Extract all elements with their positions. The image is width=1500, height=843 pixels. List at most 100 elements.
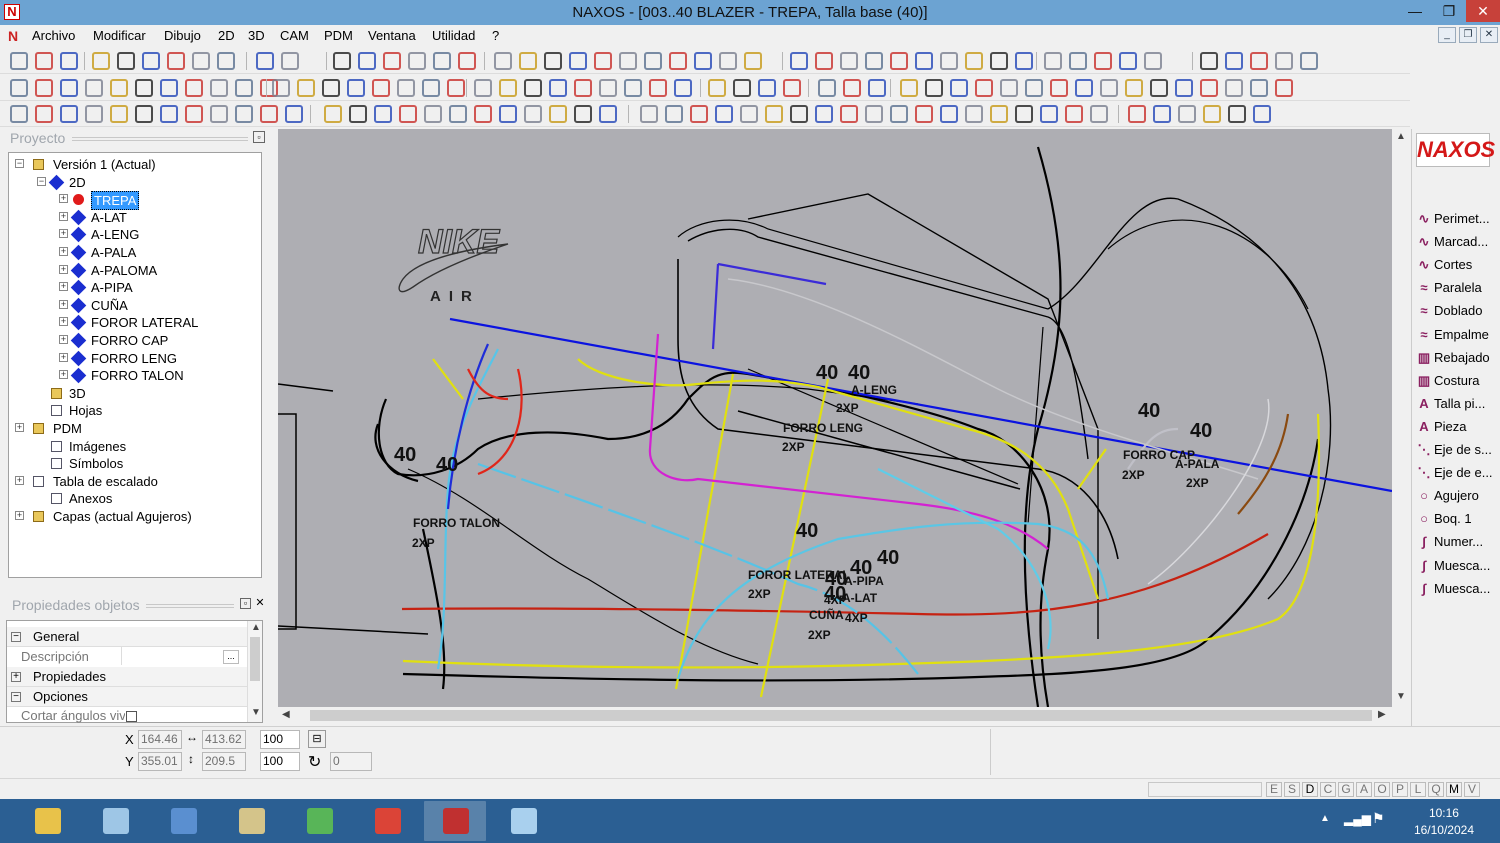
toolbar-tool-icon[interactable] xyxy=(1125,79,1143,97)
tool-item[interactable]: ∫ Muesca... xyxy=(1414,555,1498,577)
toolbar-tool-icon[interactable] xyxy=(92,52,110,70)
tray-chevron-icon[interactable]: ▲ xyxy=(1320,813,1330,824)
chrome-app[interactable] xyxy=(356,801,418,841)
toolbar-tool-icon[interactable] xyxy=(599,79,617,97)
expand-icon[interactable]: + xyxy=(59,264,68,274)
cortar-angulos-checkbox[interactable] xyxy=(126,711,137,722)
toolbar-tool-icon[interactable] xyxy=(408,52,426,70)
collapse-icon[interactable]: − xyxy=(15,159,24,168)
toolbar-tool-icon[interactable] xyxy=(297,79,315,97)
prop-group-opciones[interactable]: − Opciones xyxy=(7,687,247,707)
toolbar-tool-icon[interactable] xyxy=(474,79,492,97)
width-field[interactable]: 413.62 xyxy=(202,730,246,749)
toolbar-tool-icon[interactable] xyxy=(272,79,290,97)
toolbar-tool-icon[interactable] xyxy=(694,52,712,70)
files-app[interactable] xyxy=(152,801,214,841)
toolbar-tool-icon[interactable] xyxy=(135,105,153,123)
menu-3d[interactable]: 3D xyxy=(248,28,265,43)
toolbar-tool-icon[interactable] xyxy=(1225,79,1243,97)
toolbar-tool-icon[interactable] xyxy=(374,105,392,123)
expand-icon[interactable]: + xyxy=(59,229,68,239)
network-icon[interactable]: ▂▄▆ xyxy=(1344,812,1371,826)
toolbar-tool-icon[interactable] xyxy=(322,79,340,97)
toolbar-tool-icon[interactable] xyxy=(333,52,351,70)
toolbar-tool-icon[interactable] xyxy=(210,79,228,97)
collapse-icon[interactable]: − xyxy=(11,632,21,642)
toolbar-tool-icon[interactable] xyxy=(135,79,153,97)
toolbar-tool-icon[interactable] xyxy=(1200,79,1218,97)
toolbar-tool-icon[interactable] xyxy=(60,79,78,97)
toolbar-tool-icon[interactable] xyxy=(192,52,210,70)
scale-x-field[interactable]: 100 xyxy=(260,730,300,749)
toolbar-tool-icon[interactable] xyxy=(549,79,567,97)
drawing-canvas[interactable]: NIKE AIR 40 40 40 40 40 40 40 40 40 40 40 A-LENG 2XP… xyxy=(278,129,1392,707)
toolbar-tool-icon[interactable] xyxy=(10,105,28,123)
status-flag-o[interactable]: O xyxy=(1374,782,1390,797)
menu-utilidad[interactable]: Utilidad xyxy=(432,28,475,43)
toolbar-tool-icon[interactable] xyxy=(117,52,135,70)
expand-icon[interactable]: + xyxy=(59,282,68,292)
toolbar-tool-icon[interactable] xyxy=(256,52,274,70)
y-coordinate-field[interactable]: 355.01 xyxy=(138,752,182,771)
toolbar-tool-icon[interactable] xyxy=(790,105,808,123)
toolbar-tool-icon[interactable] xyxy=(965,105,983,123)
tool-item[interactable]: ∿ Perimet... xyxy=(1414,208,1498,230)
scroll-thumb[interactable] xyxy=(250,637,260,681)
toolbar-tool-icon[interactable] xyxy=(524,105,542,123)
toolbar-tool-icon[interactable] xyxy=(235,105,253,123)
toolbar-tool-icon[interactable] xyxy=(690,105,708,123)
menu-ventana[interactable]: Ventana xyxy=(368,28,416,43)
menu-2d[interactable]: 2D xyxy=(218,28,235,43)
toolbar-tool-icon[interactable] xyxy=(1253,105,1271,123)
expand-icon[interactable]: + xyxy=(59,370,68,380)
toolbar-tool-icon[interactable] xyxy=(347,79,365,97)
naxos-app[interactable] xyxy=(424,801,486,841)
toolbar-tool-icon[interactable] xyxy=(35,105,53,123)
toolbar-tool-icon[interactable] xyxy=(990,105,1008,123)
toolbar-tool-icon[interactable] xyxy=(1250,52,1268,70)
toolbar-tool-icon[interactable] xyxy=(599,105,617,123)
expand-icon[interactable]: + xyxy=(15,475,24,485)
tool-item[interactable]: ▥ Costura xyxy=(1414,370,1498,392)
toolbar-tool-icon[interactable] xyxy=(60,52,78,70)
menu-archivo[interactable]: Archivo xyxy=(32,28,75,43)
toolbar-tool-icon[interactable] xyxy=(1050,79,1068,97)
panel-grip[interactable] xyxy=(146,604,234,608)
status-flag-c[interactable]: C xyxy=(1320,782,1336,797)
tool-item[interactable]: A Pieza xyxy=(1414,416,1498,438)
toolbar-tool-icon[interactable] xyxy=(281,52,299,70)
toolbar-tool-icon[interactable] xyxy=(594,52,612,70)
system-clock[interactable]: 10:16 16/10/2024 xyxy=(1414,805,1474,839)
menu-help[interactable]: ? xyxy=(492,28,499,43)
scroll-thumb[interactable] xyxy=(310,710,1372,721)
tool-item[interactable]: ⋱ Eje de s... xyxy=(1414,439,1498,461)
toolbar-tool-icon[interactable] xyxy=(285,105,303,123)
toolbar-tool-icon[interactable] xyxy=(740,105,758,123)
toolbar-tool-icon[interactable] xyxy=(519,52,537,70)
tool-item[interactable]: ∿ Cortes xyxy=(1414,254,1498,276)
toolbar-tool-icon[interactable] xyxy=(665,105,683,123)
flag-icon[interactable]: ⚑ xyxy=(1372,810,1385,827)
toolbar-tool-icon[interactable] xyxy=(868,79,886,97)
toolbar-tool-icon[interactable] xyxy=(1100,79,1118,97)
height-field[interactable]: 209.5 xyxy=(202,752,246,771)
toolbar-tool-icon[interactable] xyxy=(422,79,440,97)
mdi-restore-button[interactable]: ❐ xyxy=(1459,27,1477,43)
toolbar-tool-icon[interactable] xyxy=(900,79,918,97)
toolbar-tool-icon[interactable] xyxy=(1065,105,1083,123)
toolbar-tool-icon[interactable] xyxy=(940,52,958,70)
app-menu-icon[interactable]: N xyxy=(8,28,18,44)
scale-y-field[interactable]: 100 xyxy=(260,752,300,771)
menu-pdm[interactable]: PDM xyxy=(324,28,353,43)
toolbar-tool-icon[interactable] xyxy=(644,52,662,70)
toolbar-tool-icon[interactable] xyxy=(372,79,390,97)
toolbar-tool-icon[interactable] xyxy=(549,105,567,123)
toolbar-tool-icon[interactable] xyxy=(719,52,737,70)
collapse-icon[interactable]: − xyxy=(37,176,46,186)
toolbar-tool-icon[interactable] xyxy=(160,105,178,123)
toolbar-tool-icon[interactable] xyxy=(1015,105,1033,123)
toolbar-tool-icon[interactable] xyxy=(210,105,228,123)
toolbar-tool-icon[interactable] xyxy=(397,79,415,97)
toolbar-tool-icon[interactable] xyxy=(1069,52,1087,70)
text-app[interactable] xyxy=(220,801,282,841)
